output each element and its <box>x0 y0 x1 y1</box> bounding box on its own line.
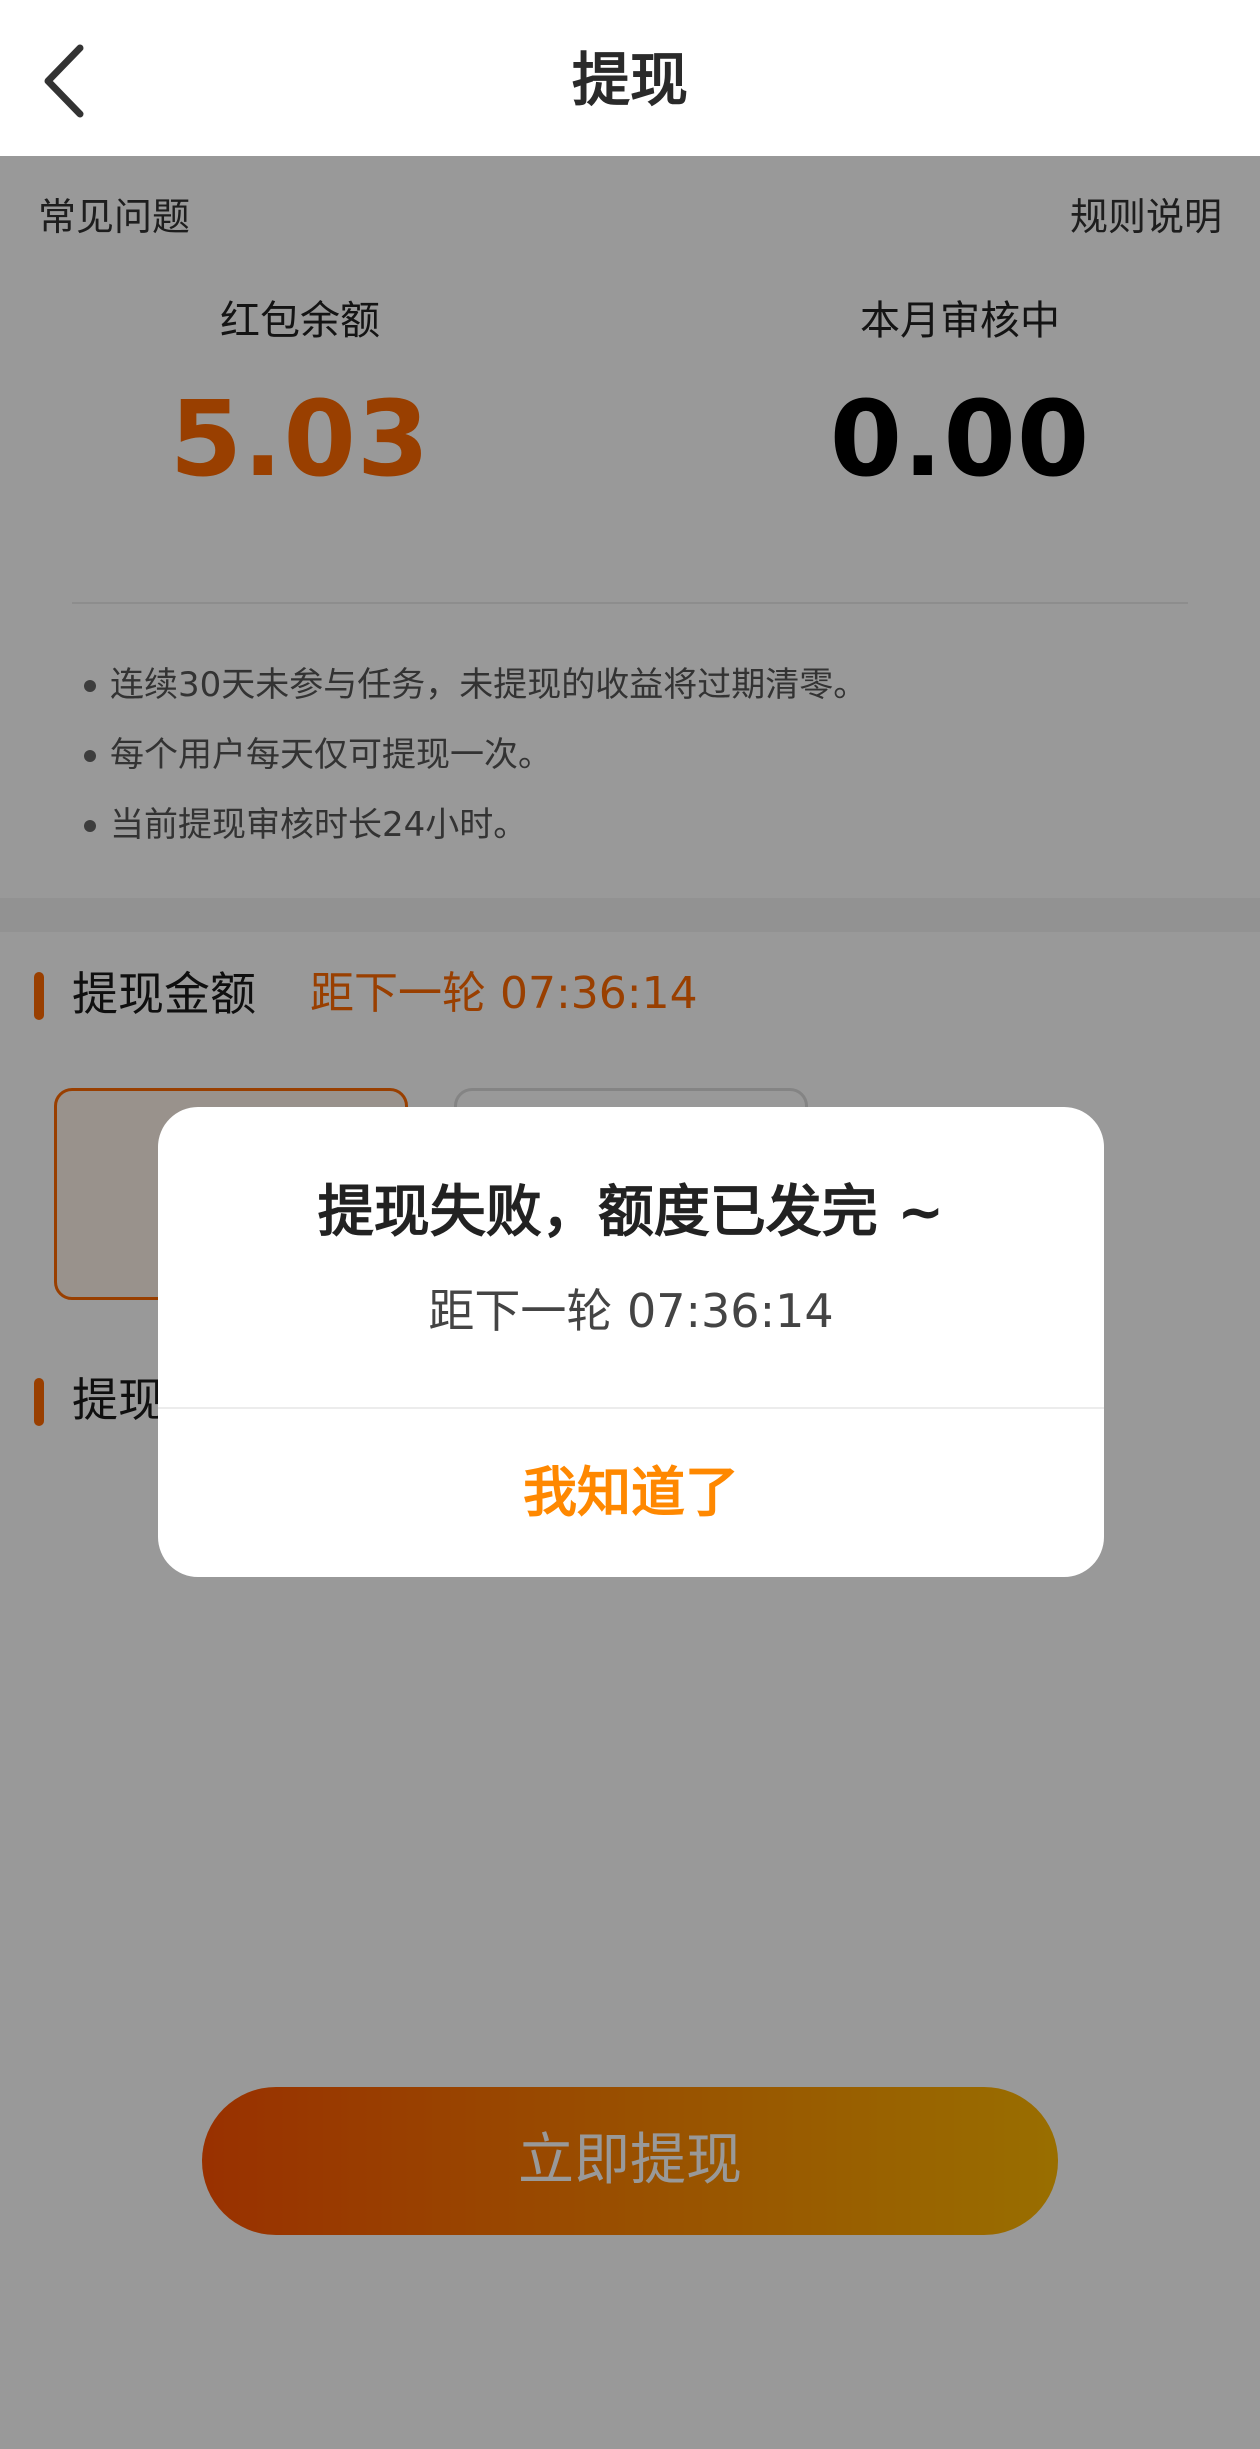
dialog-title: 提现失败，额度已发完 ~ <box>317 1180 945 1245</box>
top-nav-bar: 提现 <box>0 0 1260 156</box>
got-it-button[interactable]: 我知道了 <box>158 1409 1104 1577</box>
page-title: 提现 <box>571 46 688 114</box>
withdraw-failed-dialog: 提现失败，额度已发完 ~ 距下一轮 07:36:14 我知道了 <box>158 1107 1104 1577</box>
dialog-countdown: 距下一轮 07:36:14 <box>428 1284 834 1338</box>
